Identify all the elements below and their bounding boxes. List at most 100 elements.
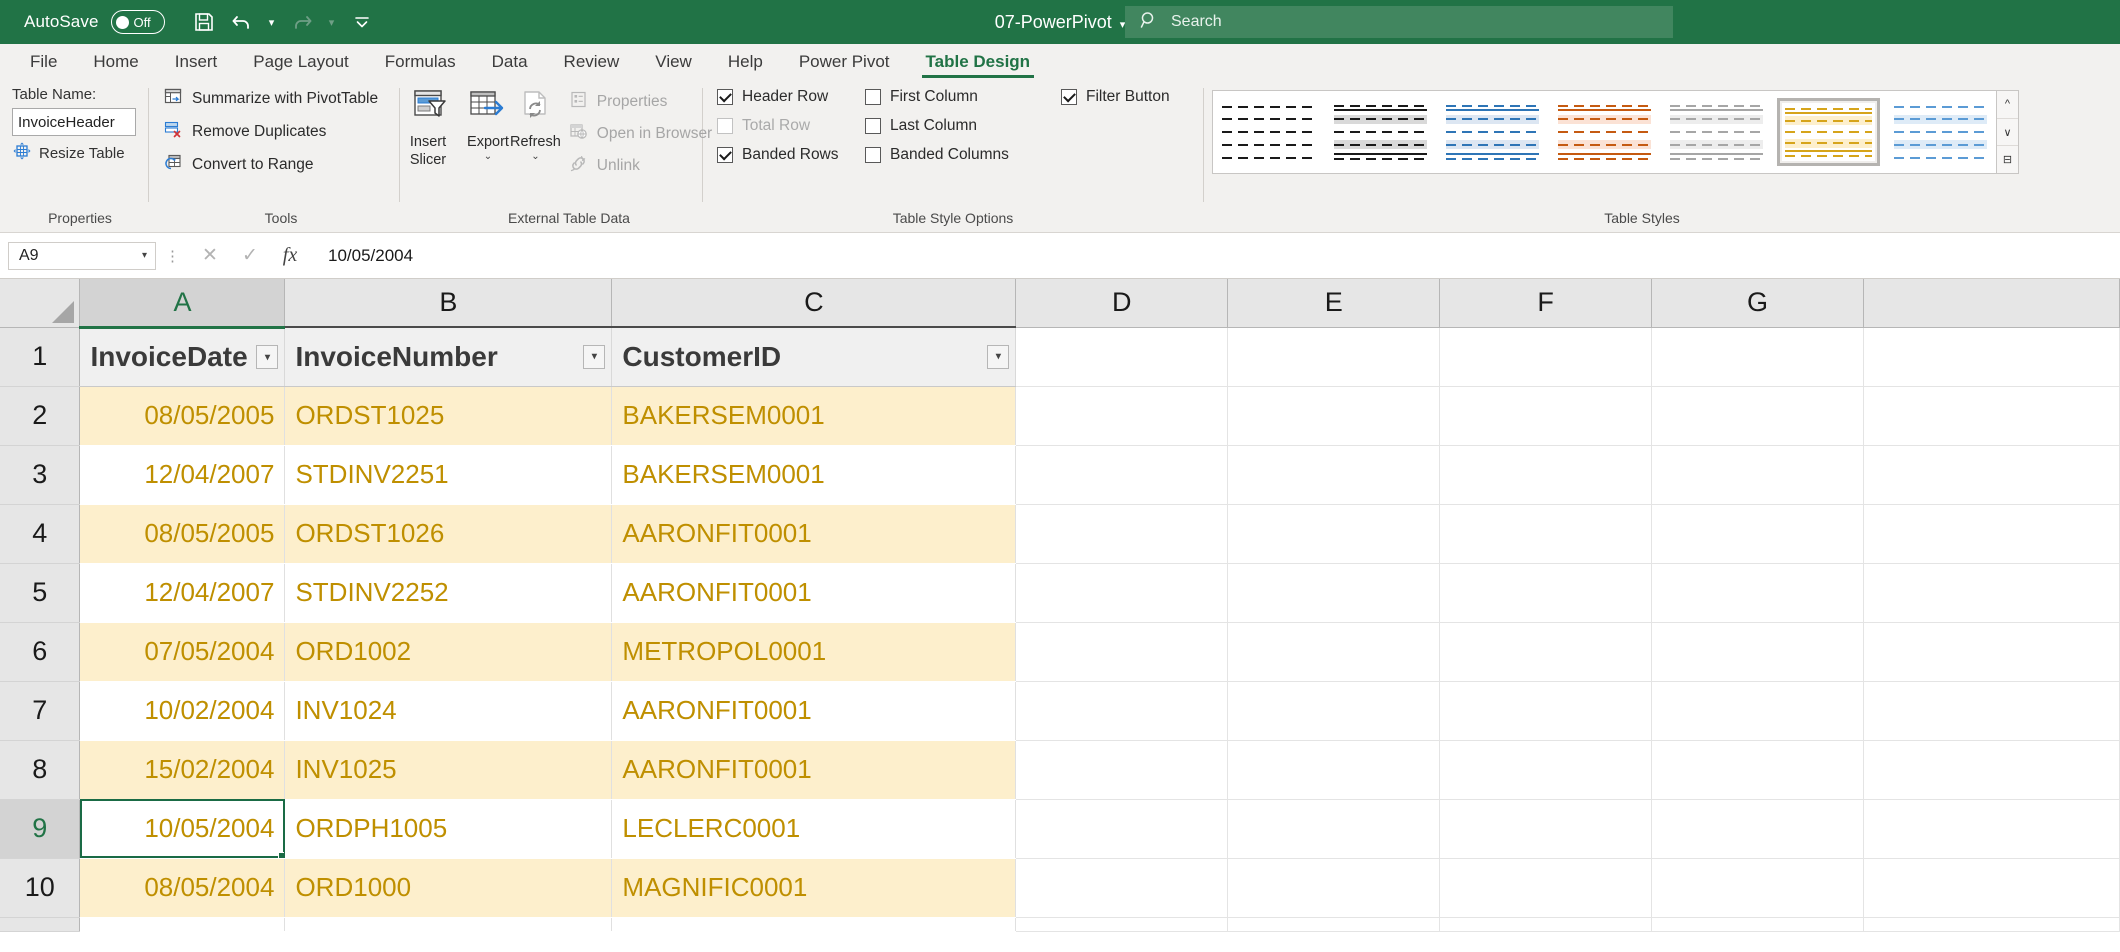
cell-e10[interactable] bbox=[1227, 858, 1441, 918]
cell-d3[interactable] bbox=[1015, 445, 1229, 505]
tab-home[interactable]: Home bbox=[75, 50, 156, 78]
tab-page-layout[interactable]: Page Layout bbox=[235, 50, 366, 78]
column-header-b[interactable]: B bbox=[284, 279, 613, 328]
cell-d4[interactable] bbox=[1015, 504, 1229, 564]
tab-review[interactable]: Review bbox=[546, 50, 638, 78]
cell-a5[interactable]: 12/04/2007 bbox=[79, 563, 286, 623]
cell-g9[interactable] bbox=[1651, 799, 1865, 859]
column-header-e[interactable]: E bbox=[1227, 279, 1441, 328]
cell-d1[interactable] bbox=[1015, 327, 1229, 387]
cell-b9[interactable]: ORDPH1005 bbox=[284, 799, 613, 859]
checkbox-banded-columns[interactable]: Banded Columns bbox=[865, 146, 1061, 164]
checkbox-filter-button[interactable]: Filter Button bbox=[1061, 88, 1170, 106]
column-header-g[interactable]: G bbox=[1651, 279, 1865, 328]
checkbox-banded-columns-box[interactable] bbox=[865, 147, 881, 163]
cell-a7[interactable]: 10/02/2004 bbox=[79, 681, 286, 741]
row-header-11[interactable] bbox=[0, 917, 81, 932]
row-header-6[interactable]: 6 bbox=[0, 622, 81, 682]
cell-g6[interactable] bbox=[1651, 622, 1865, 682]
table-column-header-invoicenumber[interactable]: InvoiceNumber ▾ bbox=[284, 326, 613, 387]
cell-c10[interactable]: MAGNIFIC0001 bbox=[611, 858, 1017, 918]
cell-b8[interactable]: INV1025 bbox=[284, 740, 613, 800]
tab-insert[interactable]: Insert bbox=[157, 50, 236, 78]
search-input[interactable]: Search bbox=[1125, 6, 1673, 38]
cell-b5[interactable]: STDINV2252 bbox=[284, 563, 613, 623]
cell-f4[interactable] bbox=[1439, 504, 1653, 564]
undo-dropdown-caret[interactable]: ▾ bbox=[263, 6, 281, 38]
column-header-f[interactable]: F bbox=[1439, 279, 1653, 328]
tab-table-design[interactable]: Table Design bbox=[908, 50, 1049, 78]
more-styles-icon[interactable]: ⊟ bbox=[1997, 146, 2018, 173]
table-style-swatch-orange[interactable] bbox=[1553, 98, 1656, 166]
row-header-10[interactable]: 10 bbox=[0, 858, 81, 918]
checkbox-header-row[interactable]: Header Row bbox=[717, 88, 865, 106]
cell-b3[interactable]: STDINV2251 bbox=[284, 445, 613, 505]
tab-power-pivot[interactable]: Power Pivot bbox=[781, 50, 908, 78]
resize-table-button[interactable]: Resize Table bbox=[12, 141, 125, 165]
checkbox-last-column[interactable]: Last Column bbox=[865, 117, 1061, 135]
cell-e7[interactable] bbox=[1227, 681, 1441, 741]
table-style-swatch-light-blue[interactable] bbox=[1889, 98, 1992, 166]
table-styles-scrollbar[interactable]: ^ ∨ ⊟ bbox=[1997, 90, 2019, 174]
autosave-toggle[interactable]: Off bbox=[110, 10, 165, 34]
cell-e2[interactable] bbox=[1227, 386, 1441, 446]
formula-input[interactable]: 10/05/2004 bbox=[310, 246, 2116, 266]
cell-d6[interactable] bbox=[1015, 622, 1229, 682]
scroll-down-icon[interactable]: ∨ bbox=[1997, 119, 2018, 147]
cell-a10[interactable]: 08/05/2004 bbox=[79, 858, 286, 918]
cell-c2[interactable]: BAKERSEM0001 bbox=[611, 386, 1017, 446]
cell-d7[interactable] bbox=[1015, 681, 1229, 741]
cell-f6[interactable] bbox=[1439, 622, 1653, 682]
cell-e5[interactable] bbox=[1227, 563, 1441, 623]
undo-icon[interactable] bbox=[225, 6, 259, 38]
cell-b2[interactable]: ORDST1025 bbox=[284, 386, 613, 446]
cell-b7[interactable]: INV1024 bbox=[284, 681, 613, 741]
table-style-swatch-blue[interactable] bbox=[1441, 98, 1544, 166]
cell-f7[interactable] bbox=[1439, 681, 1653, 741]
checkbox-banded-rows-box[interactable] bbox=[717, 147, 733, 163]
insert-slicer-button[interactable]: Insert Slicer bbox=[406, 86, 450, 168]
cell-a6[interactable]: 07/05/2004 bbox=[79, 622, 286, 682]
cell-a2[interactable]: 08/05/2005 bbox=[79, 386, 286, 446]
insert-function-icon[interactable]: fx bbox=[270, 241, 310, 271]
enter-icon[interactable]: ✓ bbox=[230, 241, 270, 271]
cell-g1[interactable] bbox=[1651, 327, 1865, 387]
summarize-with-pivottable-button[interactable]: Summarize with PivotTable bbox=[163, 86, 378, 111]
cancel-icon[interactable]: ✕ bbox=[190, 241, 230, 271]
row-header-5[interactable]: 5 bbox=[0, 563, 81, 623]
scroll-up-icon[interactable]: ^ bbox=[1997, 91, 2018, 119]
cell-f2[interactable] bbox=[1439, 386, 1653, 446]
tab-formulas[interactable]: Formulas bbox=[367, 50, 474, 78]
cell-f3[interactable] bbox=[1439, 445, 1653, 505]
cell-b4[interactable]: ORDST1026 bbox=[284, 504, 613, 564]
filter-button-customerid[interactable]: ▾ bbox=[987, 344, 1010, 369]
cell-b11[interactable] bbox=[284, 917, 613, 932]
name-box-caret-icon[interactable]: ▾ bbox=[142, 250, 147, 261]
cell-g10[interactable] bbox=[1651, 858, 1865, 918]
table-column-header-customerid[interactable]: CustomerID ▾ bbox=[611, 326, 1017, 387]
cell-g7[interactable] bbox=[1651, 681, 1865, 741]
row-header-7[interactable]: 7 bbox=[0, 681, 81, 741]
cell-g4[interactable] bbox=[1651, 504, 1865, 564]
tab-data[interactable]: Data bbox=[474, 50, 546, 78]
cell-f11[interactable] bbox=[1439, 917, 1653, 932]
cell-f5[interactable] bbox=[1439, 563, 1653, 623]
save-icon[interactable] bbox=[187, 6, 221, 38]
column-header-a[interactable]: A bbox=[79, 279, 286, 329]
cell-e4[interactable] bbox=[1227, 504, 1441, 564]
select-all-corner[interactable] bbox=[0, 279, 81, 328]
cell-c9[interactable]: LECLERC0001 bbox=[611, 799, 1017, 859]
table-style-swatch-gold-selected[interactable] bbox=[1777, 98, 1880, 166]
table-name-input[interactable]: InvoiceHeader bbox=[12, 108, 136, 136]
checkbox-first-column-box[interactable] bbox=[865, 89, 881, 105]
filter-button-invoicenumber[interactable]: ▾ bbox=[583, 344, 606, 369]
cell-c6[interactable]: METROPOL0001 bbox=[611, 622, 1017, 682]
column-header-d[interactable]: D bbox=[1015, 279, 1229, 328]
cell-c3[interactable]: BAKERSEM0001 bbox=[611, 445, 1017, 505]
cell-g3[interactable] bbox=[1651, 445, 1865, 505]
export-dropdown-caret[interactable]: ⌄ bbox=[484, 152, 492, 162]
cell-a3[interactable]: 12/04/2007 bbox=[79, 445, 286, 505]
remove-duplicates-button[interactable]: Remove Duplicates bbox=[163, 119, 326, 144]
checkbox-banded-rows[interactable]: Banded Rows bbox=[717, 146, 865, 164]
cell-c4[interactable]: AARONFIT0001 bbox=[611, 504, 1017, 564]
